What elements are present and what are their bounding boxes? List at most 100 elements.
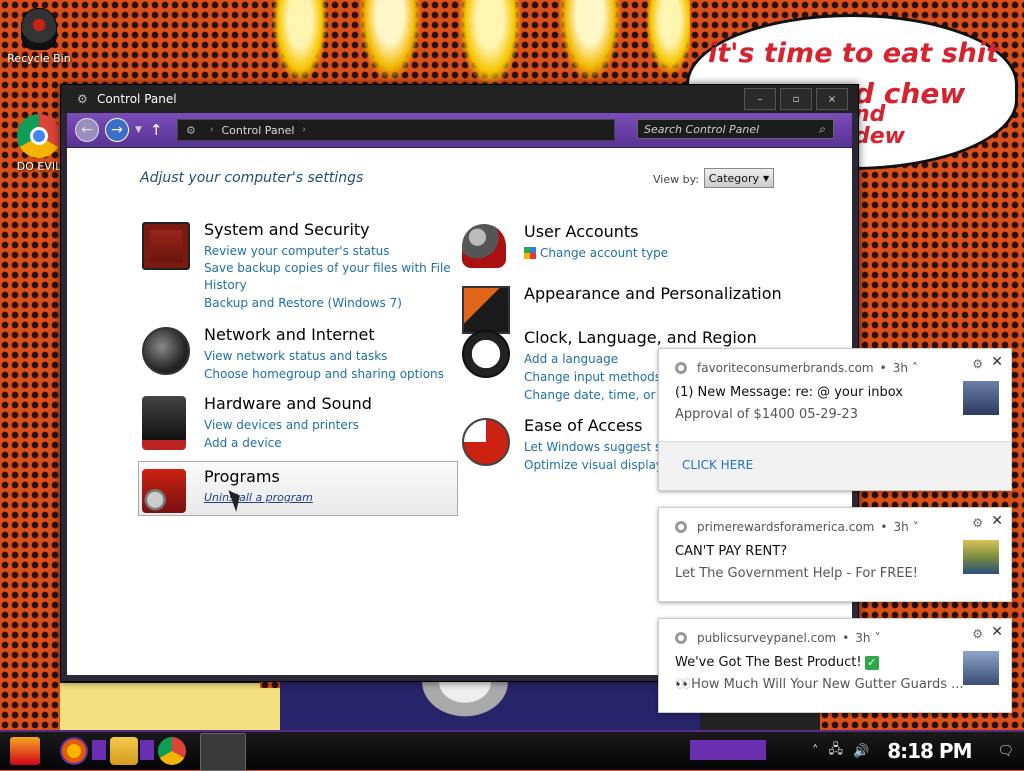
notification-age: 3h (892, 361, 908, 375)
taskbar: ˄ 🖧 🔊 8:18 PM 🗨 (0, 730, 1024, 771)
notification-body: Let The Government Help - For FREE! (675, 566, 918, 581)
network-icon (142, 327, 190, 375)
control-panel-icon[interactable] (200, 733, 246, 771)
notification-header: favoriteconsumerbrands.com • 3h ˄ (675, 361, 918, 375)
breadcrumb-chevron-icon[interactable]: › (302, 125, 306, 135)
click-here-button[interactable]: CLICK HERE (682, 458, 753, 472)
forward-arrow-icon[interactable]: → (105, 118, 129, 142)
chevron-up-icon[interactable]: ˄ (912, 361, 918, 375)
appearance-icon (462, 286, 510, 334)
hardware-icon (142, 396, 186, 450)
address-bar[interactable]: ⚙ › Control Panel › (177, 119, 615, 141)
network-icon[interactable]: 🖧 (829, 740, 844, 762)
category-link[interactable]: Backup and Restore (Windows 7) (204, 294, 454, 312)
control-panel-icon: ⚙ (77, 92, 88, 106)
close-icon[interactable]: ✕ (991, 513, 1003, 529)
start-button[interactable] (10, 737, 40, 765)
system-security-icon (142, 222, 190, 270)
chevron-down-icon[interactable]: ˅ (875, 631, 881, 645)
action-center-icon[interactable]: 🗨 (997, 744, 1014, 759)
chrome-icon[interactable] (158, 737, 186, 765)
notification-body: 👀How Much Will Your New Gutter Guards ..… (675, 677, 964, 692)
system-tray: ˄ 🖧 🔊 8:18 PM 🗨 (802, 732, 1014, 770)
notification-age: 3h (893, 520, 909, 534)
notification[interactable]: primerewardsforamerica.com • 3h ˅ ⚙ ✕ CA… (658, 507, 1012, 602)
gear-icon[interactable]: ⚙ (972, 357, 983, 371)
notification-source: primerewardsforamerica.com (697, 520, 875, 534)
checkmark-icon: ✓ (864, 656, 879, 670)
category-link[interactable]: View devices and printers (204, 416, 454, 434)
category-link[interactable]: Choose homegroup and sharing options (204, 365, 454, 383)
view-by-dropdown[interactable]: Category ▼ (704, 168, 774, 188)
gear-icon[interactable]: ⚙ (972, 627, 983, 641)
category-link[interactable]: Save backup copies of your files with Fi… (204, 260, 454, 294)
notification-image (963, 381, 999, 415)
breadcrumb[interactable]: Control Panel (221, 124, 294, 137)
wallpaper-shape (260, 688, 280, 732)
shield-icon (524, 247, 536, 259)
category-title[interactable]: Appearance and Personalization (524, 284, 782, 303)
up-arrow-icon[interactable]: ↑ (150, 121, 163, 139)
category-title[interactable]: Clock, Language, and Region (524, 328, 757, 347)
view-by-value: Category (708, 171, 760, 185)
wallpaper-flames (260, 0, 690, 90)
notification-title: (1) New Message: re: @ your inbox (675, 385, 903, 400)
category-title[interactable]: Programs (204, 467, 280, 486)
wallpaper-shape (60, 680, 260, 735)
notification-action-area: CLICK HERE (659, 441, 1011, 490)
category-link[interactable]: Review your computer's status (204, 242, 454, 260)
close-icon[interactable]: ✕ (991, 354, 1003, 370)
search-placeholder: Search Control Panel (644, 122, 760, 136)
close-button[interactable]: × (816, 88, 848, 110)
separator-dot: • (842, 631, 850, 645)
desktop-icon-recycle-bin[interactable]: Recycle Bin (4, 8, 74, 65)
chrome-icon (675, 362, 687, 374)
notification[interactable]: favoriteconsumerbrands.com • 3h ˄ ⚙ ✕ (1… (658, 348, 1012, 491)
notification-body: Approval of $1400 05-29-23 (675, 407, 858, 422)
search-input[interactable]: Search Control Panel ⌕ (637, 119, 834, 139)
category-link[interactable]: Change account type (524, 244, 774, 262)
notification-image (963, 651, 999, 685)
ease-of-access-icon (462, 418, 510, 466)
notification-age: 3h (855, 631, 871, 645)
volume-icon[interactable]: 🔊 (853, 744, 869, 759)
recent-locations-dropdown-icon[interactable]: ▼ (135, 125, 142, 135)
category-title[interactable]: Network and Internet (204, 325, 375, 344)
notification-header: publicsurveypanel.com • 3h ˅ (675, 631, 881, 645)
category-title[interactable]: Hardware and Sound (204, 394, 372, 413)
back-arrow-icon[interactable]: ← (75, 118, 99, 142)
category-title[interactable]: User Accounts (524, 222, 639, 241)
chrome-icon (675, 632, 687, 644)
file-explorer-icon[interactable] (110, 737, 138, 765)
clock[interactable]: 8:18 PM (887, 739, 972, 763)
taskbar-accent (140, 740, 154, 760)
gear-icon[interactable]: ⚙ (972, 516, 983, 530)
firefox-icon[interactable] (60, 737, 88, 765)
chevron-down-icon: ▼ (763, 173, 770, 183)
notification-source: publicsurveypanel.com (697, 631, 837, 645)
category-link[interactable]: View network status and tasks (204, 347, 454, 365)
chevron-down-icon[interactable]: ˅ (913, 520, 919, 534)
notification-image (963, 540, 999, 574)
search-icon[interactable]: ⌕ (818, 122, 825, 137)
control-panel-icon: ⚙ (186, 123, 196, 137)
maximize-button[interactable]: ▫ (780, 88, 812, 110)
notification-title: We've Got The Best Product! ✓ (675, 655, 879, 670)
category-title[interactable]: System and Security (204, 220, 370, 239)
chrome-icon (675, 521, 687, 533)
separator-dot: • (880, 520, 888, 534)
taskbar-accent (690, 740, 766, 760)
category-title[interactable]: Ease of Access (524, 416, 642, 435)
close-icon[interactable]: ✕ (991, 624, 1003, 640)
notification[interactable]: publicsurveypanel.com • 3h ˅ ⚙ ✕ We've G… (658, 618, 1012, 713)
category-link[interactable]: Add a device (204, 434, 454, 452)
separator-dot: • (879, 361, 887, 375)
recycle-bin-icon (21, 8, 57, 50)
navigation-bar: ← → ▼ ↑ ⚙ › Control Panel › Search Contr… (67, 113, 852, 147)
title-bar[interactable]: ⚙ Control Panel – ▫ × (61, 85, 858, 113)
minimize-button[interactable]: – (744, 88, 776, 110)
view-by-label: View by: (653, 173, 699, 186)
breadcrumb-chevron-icon[interactable]: › (210, 125, 214, 135)
page-title: Adjust your computer's settings (140, 170, 364, 186)
show-hidden-icons-chevron-icon[interactable]: ˄ (812, 744, 819, 759)
